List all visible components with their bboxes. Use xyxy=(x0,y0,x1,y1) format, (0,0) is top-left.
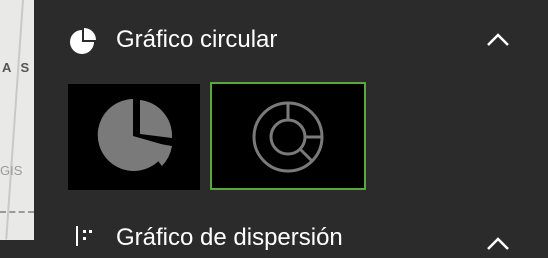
pie-chart-icon xyxy=(70,28,96,54)
pie-chart-type-icon xyxy=(97,99,173,171)
donut-chart-type-icon xyxy=(252,101,324,173)
chevron-up-icon[interactable] xyxy=(484,26,512,54)
pie-chart-section-header[interactable]: Gráfico circular xyxy=(34,16,548,70)
chart-type-panel: Gráfico circular Gráfico de dispersión xyxy=(34,0,548,251)
scatter-chart-icon xyxy=(76,226,92,246)
map-boundary xyxy=(0,211,34,213)
scatter-chart-section-header[interactable]: Gráfico de dispersión xyxy=(34,218,548,258)
section-title: Gráfico circular xyxy=(116,26,278,53)
pie-chart-type-tile[interactable] xyxy=(68,84,200,190)
map-attribution: GIS xyxy=(0,163,23,178)
donut-chart-type-tile[interactable] xyxy=(210,82,366,190)
map-road xyxy=(5,0,24,240)
section-title: Gráfico de dispersión xyxy=(116,224,343,251)
map-background: A S GIS xyxy=(0,0,34,240)
chevron-up-icon[interactable] xyxy=(484,230,512,258)
map-label: A S xyxy=(2,60,33,75)
